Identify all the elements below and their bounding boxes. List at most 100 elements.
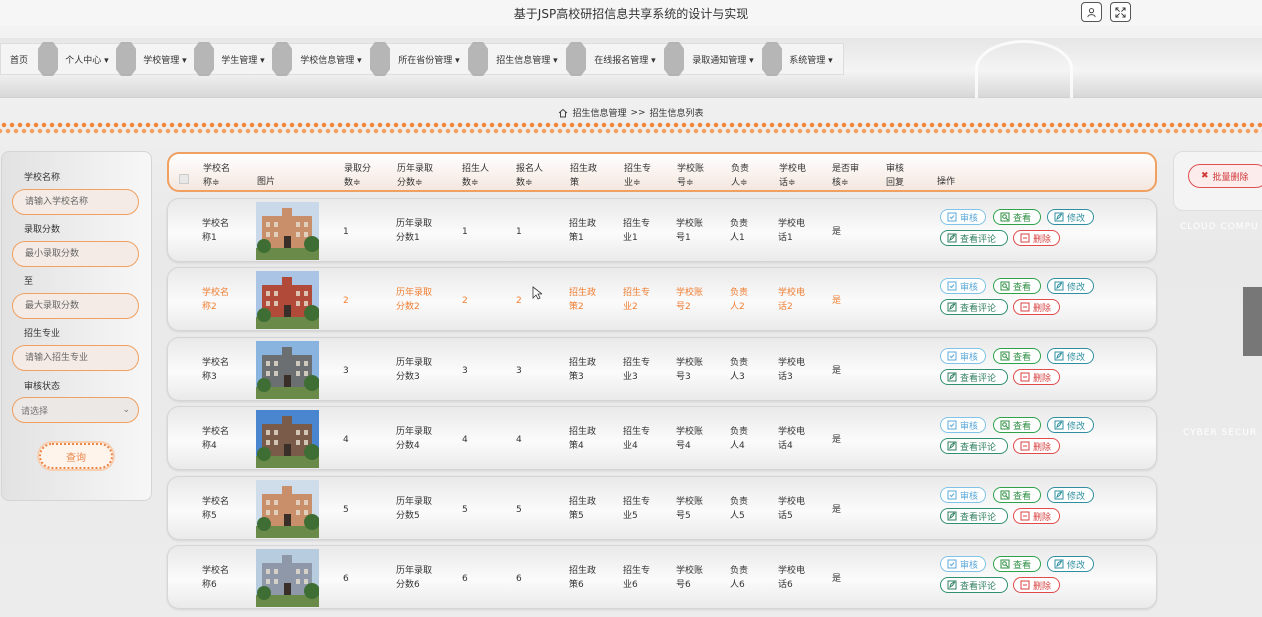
school-name-input[interactable] xyxy=(12,189,139,215)
comments-button[interactable]: 查看评论 xyxy=(940,577,1008,593)
edit-label: 修改 xyxy=(1067,213,1086,224)
scrollbar-thumb[interactable] xyxy=(1243,287,1262,356)
view-button[interactable]: 查看 xyxy=(993,348,1041,364)
edit-icon xyxy=(947,441,957,451)
view-button[interactable]: 查看 xyxy=(993,556,1041,572)
header-leader[interactable]: 负责 人≑ xyxy=(731,162,749,190)
nav-separator xyxy=(194,42,214,76)
nav-item[interactable]: 首页 xyxy=(0,43,38,75)
audit-button[interactable]: 审核 xyxy=(940,278,986,294)
cell-plan: 6 xyxy=(462,574,468,584)
school-photo[interactable] xyxy=(256,480,320,538)
comments-button[interactable]: 查看评论 xyxy=(940,299,1008,315)
nav-item[interactable]: 在线报名管理 ▾ xyxy=(586,43,664,75)
cell-applied: 5 xyxy=(516,505,522,515)
table-row[interactable]: 学校名 称6 6 历年录取 分数6 6 6 招生政 策6 招生专 业6 学校账 号6 负责 人6… xyxy=(167,545,1157,609)
delete-label: 删除 xyxy=(1033,442,1052,453)
comments-label: 查看评论 xyxy=(960,234,997,245)
nav-item[interactable]: 招生信息管理 ▾ xyxy=(488,43,566,75)
school-photo[interactable] xyxy=(256,341,320,399)
comments-button[interactable]: 查看评论 xyxy=(940,369,1008,385)
select-all-checkbox[interactable] xyxy=(179,174,189,184)
cell-phone: 学校电 话5 xyxy=(778,497,806,521)
view-button[interactable]: 查看 xyxy=(993,209,1041,225)
audit-button[interactable]: 审核 xyxy=(940,417,986,433)
nav-item[interactable]: 系统管理 ▾ xyxy=(782,43,840,75)
comments-button[interactable]: 查看评论 xyxy=(940,438,1008,454)
comments-button[interactable]: 查看评论 xyxy=(940,230,1008,246)
view-button[interactable]: 查看 xyxy=(993,278,1041,294)
table-row[interactable]: 学校名 称4 4 历年录取 分数4 4 4 招生政 策4 招生专 业4 学校账 号4 负责 人4… xyxy=(167,406,1157,470)
major-input[interactable] xyxy=(12,345,139,371)
table-row[interactable]: 学校名 称5 5 历年录取 分数5 5 5 招生政 策5 招生专 业5 学校账 号5 负责 人5… xyxy=(167,476,1157,540)
delete-button[interactable]: 删除 xyxy=(1013,230,1060,246)
comments-button[interactable]: 查看评论 xyxy=(940,508,1008,524)
breadcrumb-section[interactable]: 招生信息管理 xyxy=(572,106,626,119)
user-icon[interactable] xyxy=(1081,2,1102,22)
audit-button[interactable]: 审核 xyxy=(940,348,986,364)
table-row[interactable]: 学校名 称3 3 历年录取 分数3 3 3 招生政 策3 招生专 业3 学校账 号3 负责 人3… xyxy=(167,337,1157,401)
school-photo[interactable] xyxy=(256,410,320,468)
home-icon[interactable] xyxy=(558,108,568,118)
min-score-input[interactable] xyxy=(12,241,139,267)
comments-label: 查看评论 xyxy=(960,373,997,384)
header-image: 图片 xyxy=(257,177,276,187)
edit-button[interactable]: 修改 xyxy=(1047,487,1094,503)
school-photo[interactable] xyxy=(256,202,320,260)
view-button[interactable]: 查看 xyxy=(993,487,1041,503)
header-account[interactable]: 学校账 号≑ xyxy=(677,162,704,190)
nav-item[interactable]: 录取通知管理 ▾ xyxy=(684,43,762,75)
status-label: 审核状态 xyxy=(24,382,61,392)
nav-item[interactable]: 学校管理 ▾ xyxy=(136,43,194,75)
edit-button[interactable]: 修改 xyxy=(1047,278,1094,294)
delete-button[interactable]: 删除 xyxy=(1013,577,1060,593)
cell-score: 3 xyxy=(343,366,349,376)
header-score[interactable]: 录取分 数≑ xyxy=(344,162,371,190)
cell-account: 学校账 号4 xyxy=(676,427,704,451)
cell-phone: 学校电 话2 xyxy=(778,288,806,312)
batch-delete-button[interactable]: ✖ 批量删除 xyxy=(1188,164,1262,188)
nav-item[interactable]: 个人中心 ▾ xyxy=(58,43,116,75)
header-applied[interactable]: 报名人 数≑ xyxy=(516,162,543,190)
status-select[interactable]: 请选择 ⌄ xyxy=(12,397,139,423)
school-photo[interactable] xyxy=(256,549,320,607)
magnify-icon xyxy=(1000,559,1010,569)
table-row[interactable]: 学校名 称2 2 历年录取 分数2 2 2 招生政 策2 招生专 业2 学校账 号2 负责 人2… xyxy=(167,267,1157,331)
header-audited[interactable]: 是否审 核≑ xyxy=(832,162,859,190)
magnify-icon xyxy=(1000,490,1010,500)
minus-square-icon xyxy=(1020,233,1030,243)
cell-policy: 招生政 策2 xyxy=(569,288,597,312)
delete-button[interactable]: 删除 xyxy=(1013,438,1060,454)
cell-leader: 负责 人2 xyxy=(730,288,749,312)
cell-audited: 是 xyxy=(832,296,842,306)
edit-button[interactable]: 修改 xyxy=(1047,556,1094,572)
audit-button[interactable]: 审核 xyxy=(940,209,986,225)
delete-button[interactable]: 删除 xyxy=(1013,369,1060,385)
max-score-input[interactable] xyxy=(12,293,139,319)
audit-button[interactable]: 审核 xyxy=(940,487,986,503)
audit-button[interactable]: 审核 xyxy=(940,556,986,572)
header-phone[interactable]: 学校电 话≑ xyxy=(779,162,806,190)
view-button[interactable]: 查看 xyxy=(993,417,1041,433)
delete-button[interactable]: 删除 xyxy=(1013,299,1060,315)
nav-item[interactable]: 所在省份管理 ▾ xyxy=(390,43,468,75)
header-hist[interactable]: 历年录取 分数≑ xyxy=(397,162,433,190)
header-school[interactable]: 学校名 称≑ xyxy=(203,162,230,190)
edit-button[interactable]: 修改 xyxy=(1047,417,1094,433)
cell-policy: 招生政 策3 xyxy=(569,358,597,382)
header-plan[interactable]: 招生人 数≑ xyxy=(462,162,489,190)
nav-item[interactable]: 学校信息管理 ▾ xyxy=(292,43,370,75)
fullscreen-icon[interactable] xyxy=(1110,2,1131,22)
cell-school: 学校名 称2 xyxy=(202,288,230,312)
query-button[interactable]: 查询 xyxy=(39,443,113,469)
view-label: 查看 xyxy=(1013,491,1032,502)
cell-policy: 招生政 策5 xyxy=(569,497,597,521)
delete-button[interactable]: 删除 xyxy=(1013,508,1060,524)
edit-button[interactable]: 修改 xyxy=(1047,348,1094,364)
school-photo[interactable] xyxy=(256,271,320,329)
edit-button[interactable]: 修改 xyxy=(1047,209,1094,225)
table-row[interactable]: 学校名 称1 1 历年录取 分数1 1 1 招生政 策1 招生专 业1 学校账 号1 负责 人1… xyxy=(167,198,1157,262)
header-major[interactable]: 招生专 业≑ xyxy=(624,162,651,190)
cell-major: 招生专 业1 xyxy=(623,219,651,243)
nav-item[interactable]: 学生管理 ▾ xyxy=(214,43,272,75)
